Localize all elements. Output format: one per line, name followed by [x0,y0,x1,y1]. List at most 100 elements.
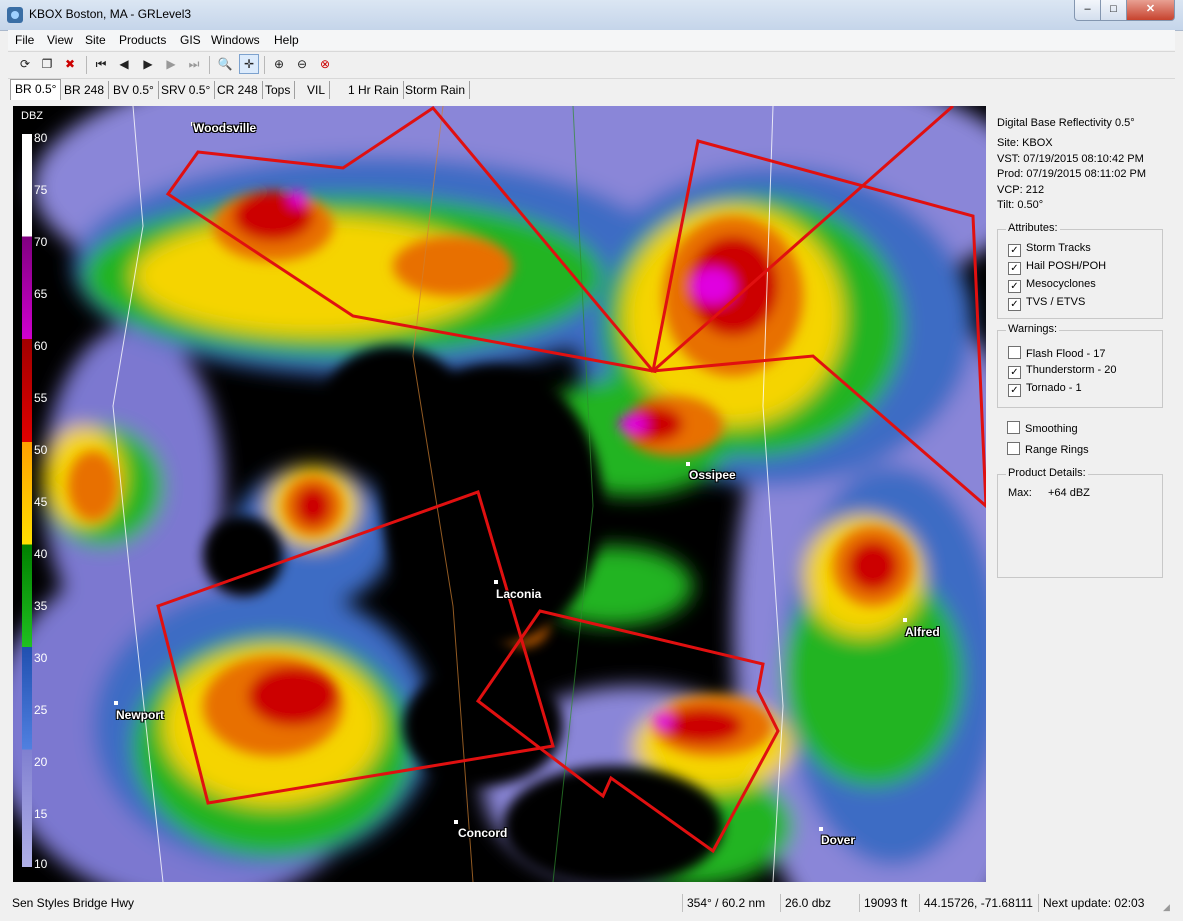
checkbox-icon[interactable]: ✓ [1008,280,1021,293]
status-next-update: Next update: 02:03 [1038,894,1148,912]
zoom-out-icon[interactable]: ⊖ [293,55,311,73]
prev-frame-icon[interactable]: ◀ [115,55,133,73]
checkbox-icon[interactable]: ✓ [1008,244,1021,257]
checkbox-icon[interactable]: ✓ [1008,384,1021,397]
scale-tick: 40 [34,547,48,561]
info-panel: Digital Base Reflectivity 0.5° Site: KBO… [987,106,1175,882]
option-label: Smoothing [1025,423,1078,435]
product-details-group: Product Details: Max: +64 dBZ [997,467,1163,578]
city-laconia: Laconia [496,587,542,601]
option-smoothing[interactable]: Smoothing [1007,421,1078,435]
checkbox-icon[interactable]: ✓ [1008,262,1021,275]
tab-srv-05[interactable]: SRV 0.5° [157,81,216,99]
tab-1hr-rain[interactable]: 1 Hr Rain [344,81,404,99]
menu-file[interactable]: File [15,33,34,47]
scale-tick: 60 [34,339,48,353]
first-frame-icon[interactable]: ⏮ [92,55,110,73]
checkbox-icon[interactable]: ✓ [1008,366,1021,379]
zoom-in-icon[interactable]: ⊕ [270,55,288,73]
warning-label: Flash Flood - 17 [1026,348,1106,360]
product-name: Digital Base Reflectivity 0.5° [997,117,1135,129]
zoom-icon[interactable]: 🔍 [216,55,234,73]
tab-cr-248[interactable]: CR 248 [213,81,263,99]
city-marker [686,462,690,466]
attr-mesocyclones[interactable]: ✓ Mesocyclones [1008,278,1096,293]
scale-tick: 30 [34,651,48,665]
tab-bv-05[interactable]: BV 0.5° [109,81,159,99]
stop-icon[interactable]: ✖ [61,55,79,73]
warn-tornado[interactable]: ✓ Tornado - 1 [1008,382,1082,397]
scale-tick: 35 [34,599,48,613]
menu-bar: File View Site Products GIS Windows Help [8,30,1175,50]
copy-icon[interactable]: ❐ [38,55,56,73]
status-coords: 44.15726, -71.68111 [919,894,1037,912]
attr-hail[interactable]: ✓ Hail POSH/POH [1008,260,1106,275]
scale-tick: 10 [34,857,48,871]
product-tabs: BR 0.5° BR 248 BV 0.5° SRV 0.5° CR 248 T… [8,79,1175,101]
toolbar-separator [86,56,87,74]
refresh-icon[interactable]: ⟳ [16,55,34,73]
scale-unit: DBZ [21,110,43,122]
toolbar-separator [209,56,210,74]
status-height: 19093 ft [859,894,911,912]
toolbar: ⟳ ❐ ✖ ⏮ ◀ ▶ ▶ ⏭ 🔍 ✛ ⊕ ⊖ ⊗ [8,51,1175,79]
warning-label: Thunderstorm - 20 [1026,364,1117,376]
attr-storm-tracks[interactable]: ✓ Storm Tracks [1008,242,1091,257]
toolbar-separator [264,56,265,74]
vcp-line: VCP: 212 [997,184,1045,196]
scale-tick: 65 [34,287,48,301]
city-concord: Concord [458,826,508,840]
city-marker [114,701,118,705]
prod-line: Prod: 07/19/2015 08:11:02 PM [997,168,1147,180]
tab-br-05[interactable]: BR 0.5° [10,79,62,100]
close-button[interactable]: ✕ [1126,0,1175,21]
zoom-reset-icon[interactable]: ⊗ [316,55,334,73]
radar-map[interactable]: Woodsville Ossipee Laconia Alfred Newpor… [13,106,986,882]
scale-tick: 50 [34,443,48,457]
tab-storm-rain[interactable]: Storm Rain [401,81,471,99]
play-icon[interactable]: ▶ [139,55,157,73]
window-title: KBOX Boston, MA - GRLevel3 [29,7,192,21]
status-bearing: 354° / 60.2 nm [682,894,769,912]
status-location: Sen Styles Bridge Hwy [12,896,135,910]
scale-tick: 70 [34,235,48,249]
tab-tops[interactable]: Tops [261,81,296,99]
tab-vil[interactable]: VIL [303,81,331,99]
menu-gis[interactable]: GIS [180,33,201,47]
checkbox-icon[interactable]: ✓ [1008,298,1021,311]
pan-icon[interactable]: ✛ [239,54,259,74]
scale-tick: 15 [34,807,48,821]
warning-label: Tornado - 1 [1026,382,1082,394]
warn-thunderstorm[interactable]: ✓ Thunderstorm - 20 [1008,364,1116,379]
scale-tick: 80 [34,131,48,145]
checkbox-icon[interactable] [1008,346,1021,359]
warnings-title: Warnings: [1006,323,1060,335]
city-newport: Newport [116,708,164,722]
next-frame-icon[interactable]: ▶ [162,55,180,73]
warn-flash-flood[interactable]: Flash Flood - 17 [1008,346,1105,360]
status-bar: Sen Styles Bridge Hwy 354° / 60.2 nm 26.… [8,892,1175,914]
checkbox-icon[interactable] [1007,421,1020,434]
menu-products[interactable]: Products [119,33,166,47]
city-dover: Dover [821,833,856,847]
city-marker [819,827,823,831]
minimize-button[interactable]: – [1074,0,1101,21]
attr-label: Storm Tracks [1026,242,1091,254]
scale-tick: 20 [34,755,48,769]
city-ossipee: Ossipee [689,468,736,482]
menu-view[interactable]: View [47,33,73,47]
resize-grip-icon[interactable]: ◢ [1163,902,1173,912]
menu-help[interactable]: Help [274,33,299,47]
menu-windows[interactable]: Windows [211,33,260,47]
attr-tvs[interactable]: ✓ TVS / ETVS [1008,296,1085,311]
attr-label: TVS / ETVS [1026,296,1086,308]
city-marker [903,618,907,622]
last-frame-icon[interactable]: ⏭ [185,55,203,73]
warnings-group: Warnings: Flash Flood - 17 ✓ Thunderstorm… [997,323,1163,408]
option-range-rings[interactable]: Range Rings [1007,442,1089,456]
scale-tick: 25 [34,703,48,717]
checkbox-icon[interactable] [1007,442,1020,455]
menu-site[interactable]: Site [85,33,106,47]
tab-br-248[interactable]: BR 248 [60,81,110,99]
maximize-button[interactable]: □ [1100,0,1127,21]
